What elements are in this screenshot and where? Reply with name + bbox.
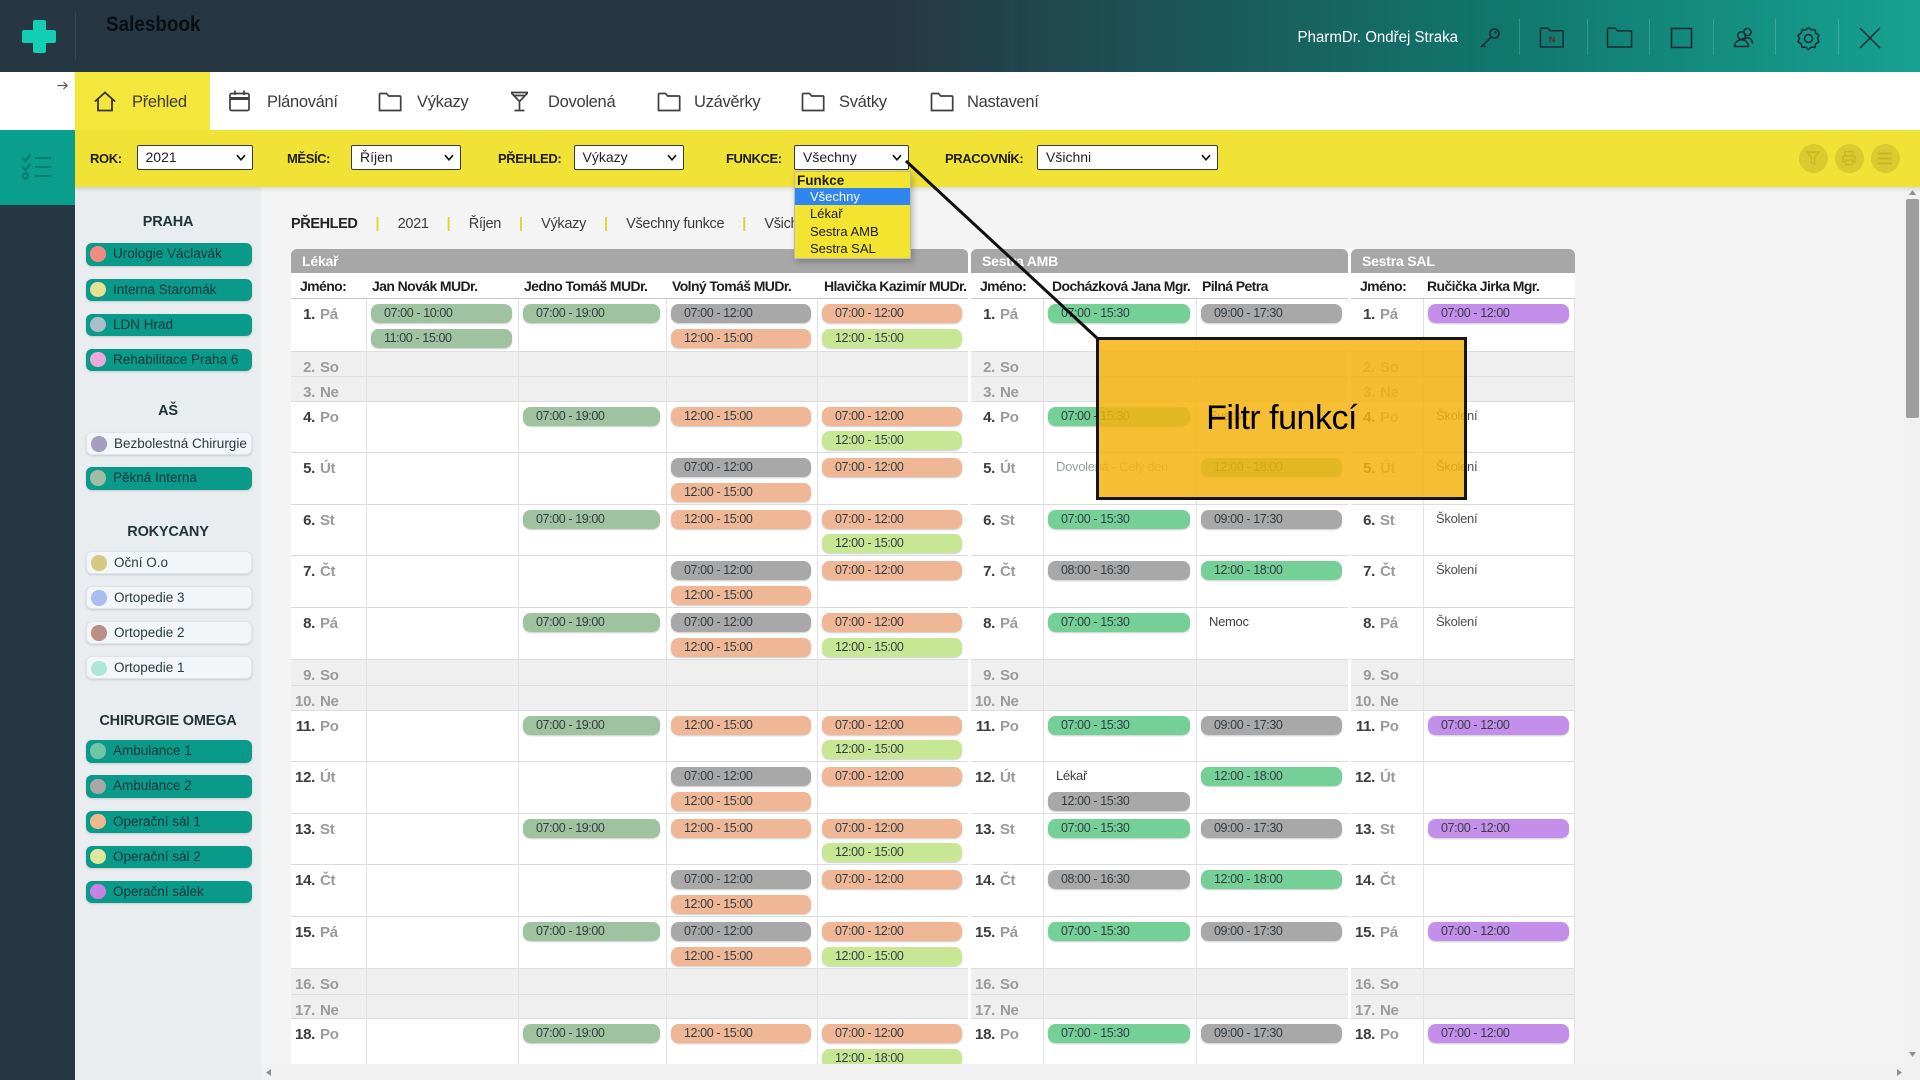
svg-text:N: N (1549, 35, 1556, 45)
